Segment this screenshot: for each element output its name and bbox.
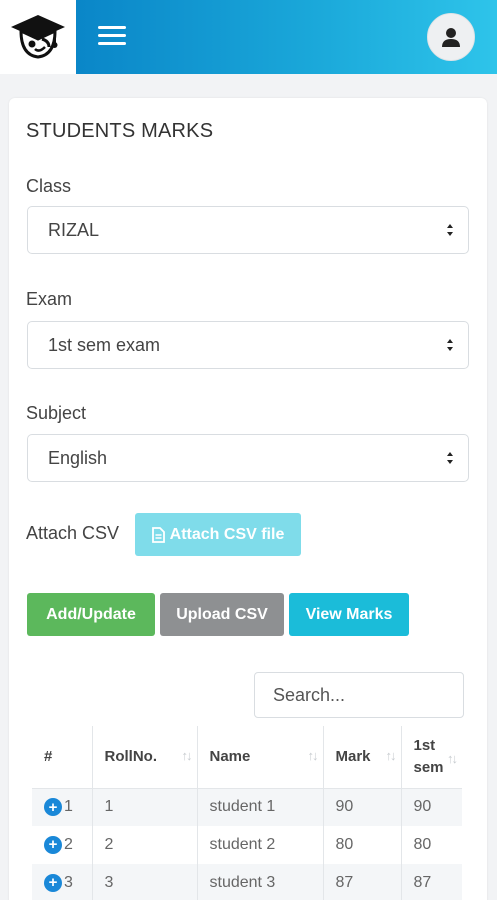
add-update-button[interactable]: Add/Update — [27, 593, 155, 636]
exam-select-value: 1st sem exam — [48, 334, 161, 355]
row-index-cell[interactable]: +2 — [32, 826, 93, 864]
mark-cell: 87 — [323, 864, 402, 900]
row-index-cell[interactable]: +3 — [32, 864, 93, 900]
sort-caret-icon — [447, 452, 453, 464]
mark-cell: 80 — [323, 826, 402, 864]
sort-caret-icon — [447, 224, 453, 236]
roll-cell: 3 — [92, 864, 198, 900]
roll-cell: 1 — [92, 788, 198, 826]
column-header-index[interactable]: # — [32, 726, 93, 789]
class-label: Class — [26, 176, 72, 196]
name-cell: student 3 — [197, 864, 324, 900]
page-title: STUDENTS MARKS — [26, 120, 214, 142]
sort-icon: ↑↓ — [181, 748, 193, 763]
person-icon — [442, 28, 460, 47]
exam-label: Exam — [26, 289, 73, 309]
sort-icon: ↑↓ — [385, 748, 397, 763]
name-cell: student 2 — [197, 826, 324, 864]
column-header-1st-sem[interactable]: 1st sem ↑↓ — [401, 726, 462, 789]
app-header — [0, 0, 497, 74]
view-marks-button[interactable]: View Marks — [289, 593, 409, 636]
subject-label: Subject — [26, 403, 87, 423]
search-input[interactable]: Search... — [254, 672, 464, 718]
class-select[interactable]: RIZAL — [27, 206, 469, 254]
attach-csv-label: Attach CSV — [26, 523, 120, 543]
subject-select-value: English — [48, 447, 108, 468]
column-header-rollno[interactable]: RollNo. ↑↓ — [92, 726, 198, 789]
sort-icon: ↑↓ — [447, 751, 458, 766]
marks-table: # RollNo. ↑↓ Name ↑↓ Mark ↑↓ 1st sem ↑↓ +1 1… — [32, 726, 462, 900]
attach-csv-button-label: Attach CSV file — [169, 525, 285, 543]
subject-select[interactable]: English — [27, 434, 469, 482]
sem-cell: 80 — [401, 826, 462, 864]
class-select-value: RIZAL — [48, 219, 100, 240]
table-row: +2 2 student 2 80 80 — [32, 826, 462, 864]
expand-row-icon[interactable]: + — [44, 798, 62, 817]
user-avatar-icon[interactable] — [427, 13, 475, 61]
attach-csv-button[interactable]: Attach CSV file — [135, 513, 301, 556]
column-header-mark[interactable]: Mark ↑↓ — [323, 726, 402, 789]
sem-cell: 90 — [401, 788, 462, 826]
table-row: +3 3 student 3 87 87 — [32, 864, 462, 900]
upload-csv-button[interactable]: Upload CSV — [160, 593, 284, 636]
graduation-cap-logo-icon — [11, 15, 65, 59]
file-icon — [151, 526, 165, 543]
top-bar — [76, 0, 497, 74]
exam-select[interactable]: 1st sem exam — [27, 321, 469, 369]
name-cell: student 1 — [197, 788, 324, 826]
roll-cell: 2 — [92, 826, 198, 864]
hamburger-menu-icon[interactable] — [98, 26, 126, 46]
sort-caret-icon — [447, 339, 453, 351]
sort-icon: ↑↓ — [307, 748, 319, 763]
mark-cell: 90 — [323, 788, 402, 826]
column-header-name[interactable]: Name ↑↓ — [197, 726, 324, 789]
sem-cell: 87 — [401, 864, 462, 900]
search-placeholder: Search... — [273, 684, 346, 705]
expand-row-icon[interactable]: + — [44, 873, 62, 892]
expand-row-icon[interactable]: + — [44, 835, 62, 854]
table-row: +1 1 student 1 90 90 — [32, 788, 462, 826]
logo[interactable] — [0, 0, 76, 74]
row-index-cell[interactable]: +1 — [32, 788, 93, 826]
marks-card: STUDENTS MARKS Class RIZAL Exam 1st sem … — [9, 98, 487, 900]
